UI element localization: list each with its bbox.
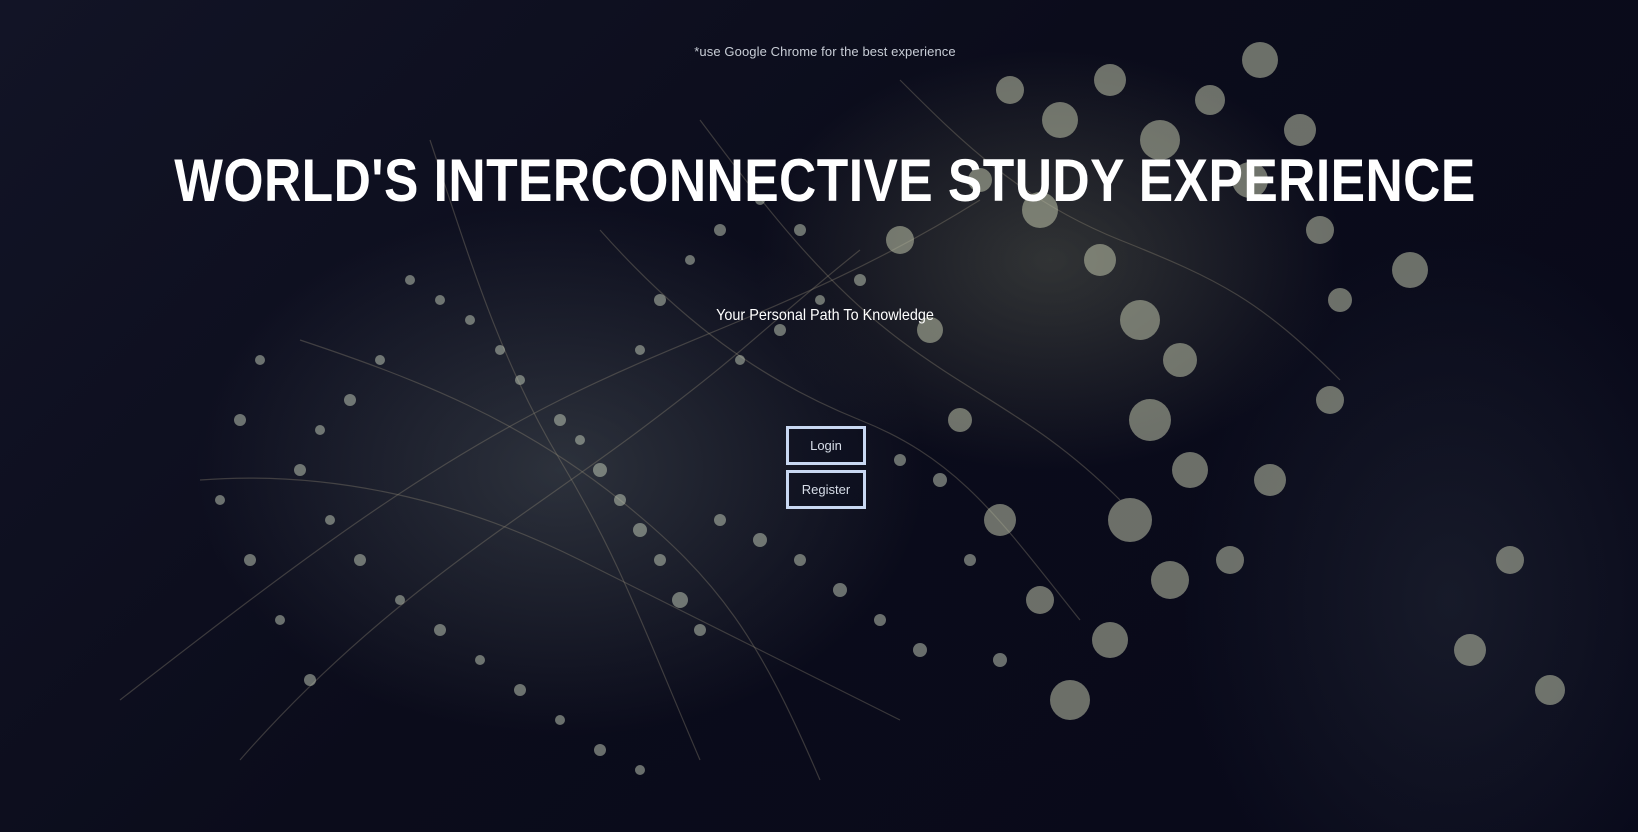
background-image (0, 0, 1638, 832)
login-button[interactable]: Login (786, 426, 866, 465)
tagline: Your Personal Path To Knowledge (716, 307, 934, 324)
register-button[interactable]: Register (786, 470, 866, 509)
water-droplet-branches-decoration (119, 42, 1565, 781)
auth-actions: Login Register (786, 426, 866, 509)
landing-page: *use Google Chrome for the best experien… (0, 0, 1638, 832)
page-title: WORLD'S INTERCONNECTIVE STUDY EXPERIENCE (174, 147, 1476, 214)
browser-notice: *use Google Chrome for the best experien… (694, 44, 956, 59)
